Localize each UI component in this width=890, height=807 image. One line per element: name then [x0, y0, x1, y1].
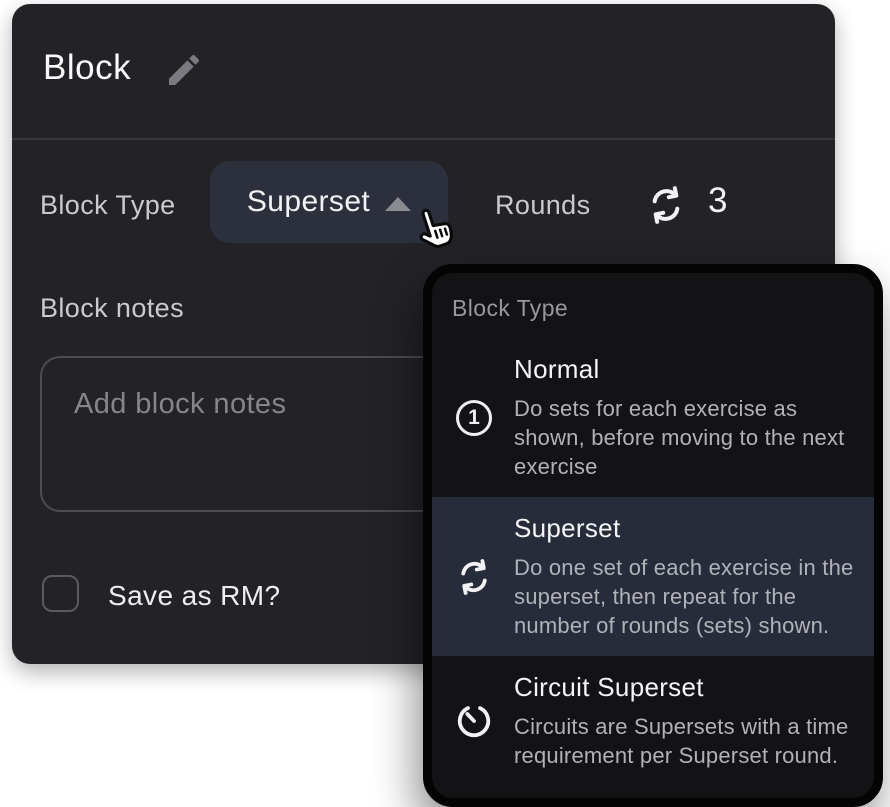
block-type-label: Block Type — [40, 190, 176, 221]
pointer-hand-cursor — [412, 203, 462, 255]
rounds-value[interactable]: 3 — [708, 181, 727, 221]
repeat-cycle-icon — [455, 558, 493, 596]
repeat-cycle-icon — [646, 185, 686, 225]
option-description: Do sets for each exercise as shown, befo… — [514, 394, 854, 481]
option-title: Normal — [514, 354, 854, 385]
option-circuit-superset[interactable]: Circuit Superset Circuits are Supersets … — [432, 656, 874, 786]
page-title: Block — [43, 48, 131, 88]
option-title: Superset — [514, 513, 854, 544]
option-normal[interactable]: 1 Normal Do sets for each exercise as sh… — [432, 338, 874, 497]
option-title: Circuit Superset — [514, 672, 854, 703]
block-notes-label: Block notes — [40, 293, 184, 324]
save-rm-checkbox[interactable] — [42, 575, 79, 612]
option-description: Circuits are Supersets with a time requi… — [514, 712, 854, 770]
block-type-popup: Block Type 1 Normal Do sets for each exe… — [423, 264, 883, 807]
header-divider — [12, 138, 835, 140]
option-superset[interactable]: Superset Do one set of each exercise in … — [432, 497, 874, 656]
rounds-label: Rounds — [495, 190, 590, 221]
popup-header: Block Type — [452, 295, 854, 322]
circled-one-icon: 1 — [456, 400, 492, 436]
option-description: Do one set of each exercise in the super… — [514, 553, 854, 640]
block-type-value: Superset — [247, 185, 370, 219]
edit-pencil-icon[interactable] — [164, 50, 204, 90]
caret-up-icon — [385, 197, 411, 211]
timer-icon — [455, 702, 493, 740]
save-rm-label: Save as RM? — [108, 580, 280, 612]
